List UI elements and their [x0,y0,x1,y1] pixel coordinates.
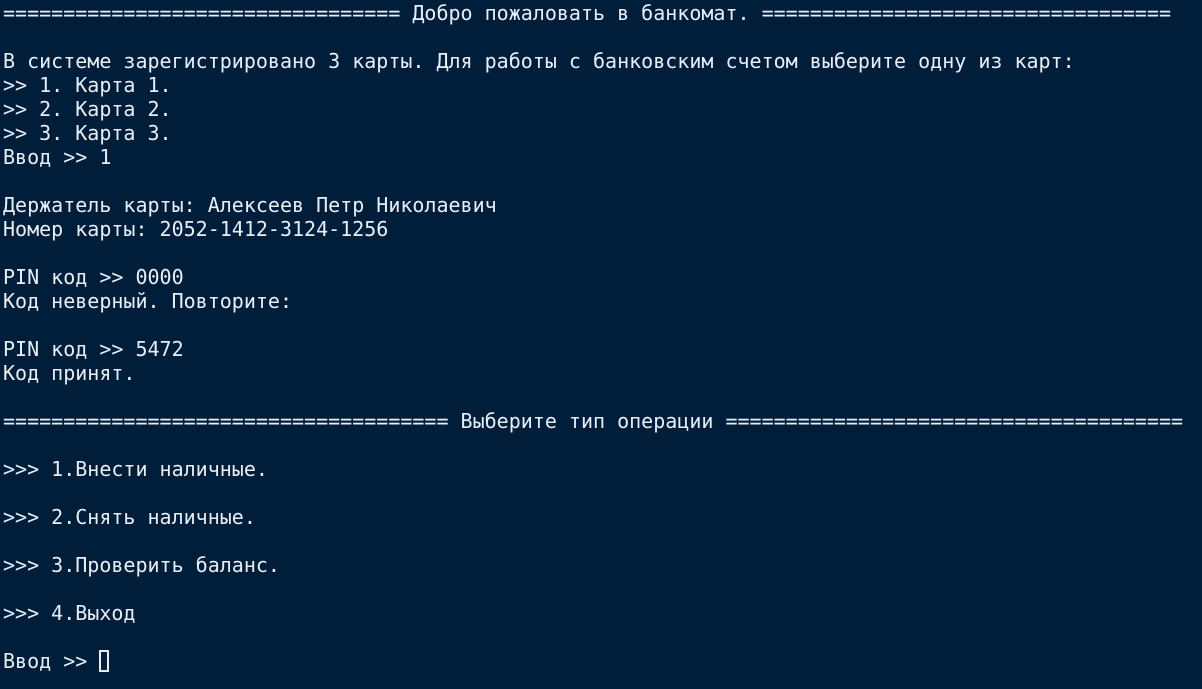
pin-attempt-1: PIN код >> 0000 [3,265,184,289]
operation-deposit: >>> 1.Внести наличные. [3,457,268,481]
card-option-1: >> 1. Карта 1. [3,73,172,97]
pin-error: Код неверный. Повторите: [3,289,292,313]
card-holder: Держатель карты: Алексеев Петр Николаеви… [3,193,497,217]
input-prompt: Ввод >> [3,649,100,673]
pin-attempt-2: PIN код >> 5472 [3,337,184,361]
card-option-2: >> 2. Карта 2. [3,97,172,121]
cards-intro: В системе зарегистрировано 3 карты. Для … [3,49,1075,73]
terminal-window[interactable]: ================================= Добро … [3,1,1199,687]
operation-exit: >>> 4.Выход [3,601,136,625]
card-option-3: >> 3. Карта 3. [3,121,172,145]
card-number: Номер карты: 2052-1412-3124-1256 [3,217,389,241]
operation-balance: >>> 3.Проверить баланс. [3,553,280,577]
operation-banner: ===================================== Вы… [3,409,1184,433]
operation-withdraw: >>> 2.Снять наличные. [3,505,256,529]
text-cursor[interactable] [99,650,110,672]
command-input-line[interactable]: Ввод >> [3,649,110,673]
welcome-banner: ================================= Добро … [3,1,1171,25]
card-input-line: Ввод >> 1 [3,145,112,169]
pin-accepted: Код принят. [3,361,136,385]
